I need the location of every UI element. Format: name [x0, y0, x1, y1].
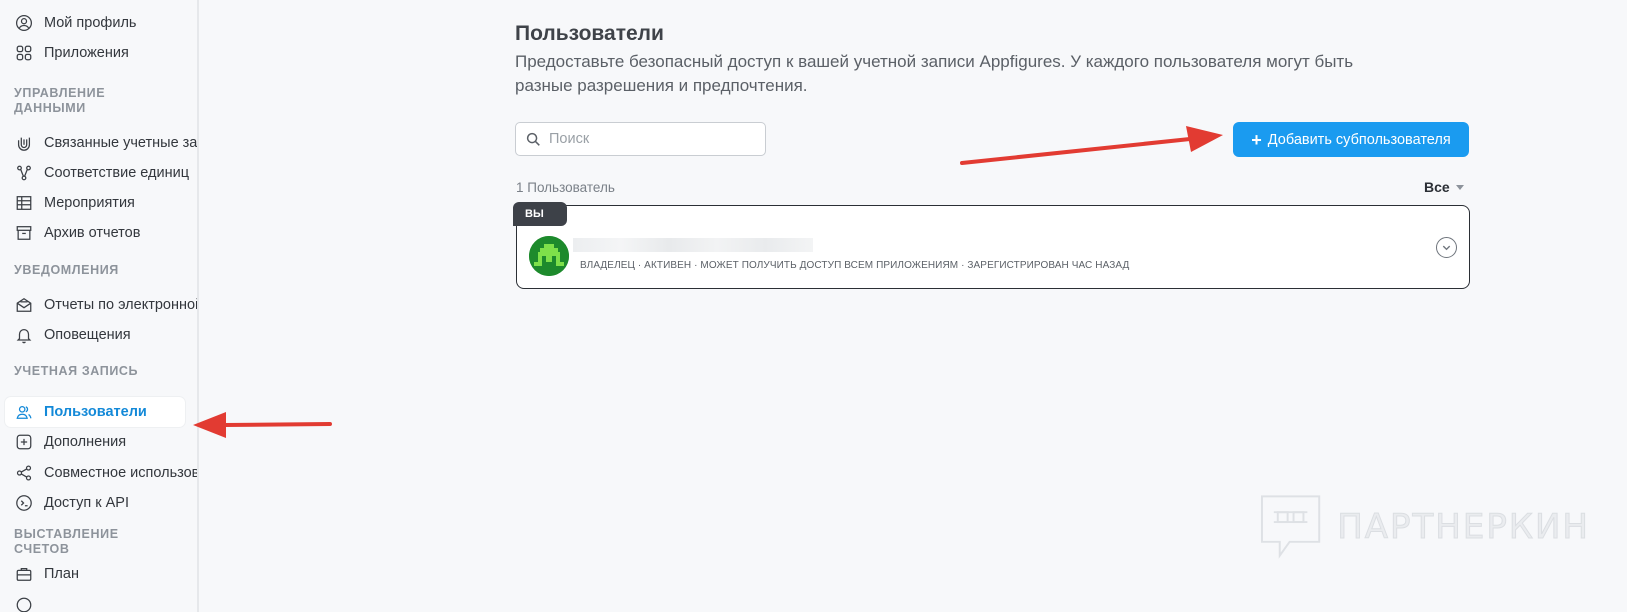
sidebar-item-more[interactable] — [5, 590, 185, 612]
plus-icon: + — [1251, 129, 1262, 150]
user-name-blurred — [573, 238, 813, 252]
bell-icon — [14, 325, 34, 345]
apps-grid-icon — [14, 43, 34, 63]
sidebar-item-label: Пользователи — [44, 404, 147, 420]
terminal-icon — [14, 493, 34, 513]
sidebar-item-email-reports[interactable]: Отчеты по электронной почте — [5, 290, 197, 320]
sidebar-item-profile[interactable]: Мой профиль — [5, 8, 185, 38]
table-icon — [14, 193, 34, 213]
annotation-arrow-users-item — [193, 412, 332, 438]
add-subuser-button[interactable]: + Добавить субпользователя — [1233, 122, 1469, 157]
settings-sidebar: Мой профиль Приложения УПРАВЛЕНИЕ ДАННЫМ… — [0, 0, 199, 612]
chevron-down-icon — [1455, 184, 1464, 190]
user-filter-dropdown[interactable]: Все — [1424, 179, 1464, 195]
sidebar-item-events[interactable]: Мероприятия — [5, 188, 185, 218]
chevron-down-icon — [1442, 245, 1451, 251]
avatar — [529, 236, 569, 276]
users-icon — [14, 402, 34, 422]
expand-user-button[interactable] — [1436, 237, 1457, 258]
sidebar-item-api-access[interactable]: Доступ к API — [5, 488, 185, 518]
sidebar-item-label: Мероприятия — [44, 195, 135, 211]
sidebar-item-label: Совместное использование — [44, 465, 199, 481]
sidebar-item-label: Отчеты по электронной почте — [44, 297, 199, 313]
sidebar-item-label: План — [44, 566, 79, 582]
sidebar-item-sharing[interactable]: Совместное использование — [5, 458, 197, 488]
mapping-icon — [14, 163, 34, 183]
plus-square-icon — [14, 432, 34, 452]
sidebar-item-report-archive[interactable]: Архив отчетов — [5, 218, 185, 248]
user-meta: ВЛАДЕЛЕЦ · АКТИВЕН · МОЖЕТ ПОЛУЧИТЬ ДОСТ… — [580, 260, 1130, 271]
sidebar-item-label: Доступ к API — [44, 495, 129, 511]
annotation-arrow-add-button — [960, 126, 1223, 165]
archive-icon — [14, 223, 34, 243]
section-label-account: УЧЕТНАЯ ЗАПИСЬ — [14, 364, 139, 378]
user-circle-icon — [14, 13, 34, 33]
sidebar-item-label: Оповещения — [44, 327, 131, 343]
page-title: Пользователи — [515, 22, 664, 45]
briefcase-icon — [14, 564, 34, 584]
watermark: ПАРТНЕРКИН — [1260, 492, 1590, 562]
sidebar-item-label: Связанные учетные записи — [44, 135, 198, 151]
sidebar-item-apps[interactable]: Приложения — [5, 38, 185, 68]
sidebar-item-unit-mapping[interactable]: Соответствие единиц — [5, 158, 189, 188]
link-icon — [14, 133, 34, 153]
sidebar-item-plan[interactable]: План — [5, 559, 185, 589]
add-subuser-label: Добавить субпользователя — [1267, 131, 1451, 148]
section-label-notifications: УВЕДОМЛЕНИЯ — [14, 263, 119, 277]
page-subtitle: Предоставьте безопасный доступ к вашей у… — [515, 52, 1354, 95]
search-box[interactable] — [515, 122, 766, 156]
filter-label: Все — [1424, 179, 1450, 195]
sidebar-item-label: Мой профиль — [44, 15, 137, 31]
watermark-text: ПАРТНЕРКИН — [1337, 507, 1590, 548]
user-count: 1 Пользователь — [516, 180, 615, 195]
sidebar-item-users[interactable]: Пользователи — [5, 397, 185, 427]
sidebar-item-addons[interactable]: Дополнения — [5, 427, 185, 457]
sidebar-item-linked-accounts[interactable]: Связанные учетные записи — [5, 128, 197, 158]
section-label-data: УПРАВЛЕНИЕ ДАННЫМИ — [14, 86, 106, 115]
watermark-logo-icon — [1260, 495, 1321, 559]
section-label-billing: ВЫСТАВЛЕНИЕ СЧЕТОВ — [14, 527, 119, 556]
sidebar-item-alerts[interactable]: Оповещения — [5, 320, 185, 350]
sidebar-item-label: Соответствие единиц — [44, 165, 190, 181]
circle-icon — [14, 595, 34, 612]
mail-report-icon — [14, 295, 34, 315]
sidebar-item-label: Приложения — [44, 45, 129, 61]
search-icon — [526, 132, 540, 146]
sidebar-item-label: Дополнения — [44, 434, 127, 450]
sidebar-item-label: Архив отчетов — [44, 225, 141, 241]
share-icon — [14, 463, 34, 483]
you-badge: ВЫ — [513, 202, 567, 226]
search-input[interactable] — [549, 131, 749, 147]
